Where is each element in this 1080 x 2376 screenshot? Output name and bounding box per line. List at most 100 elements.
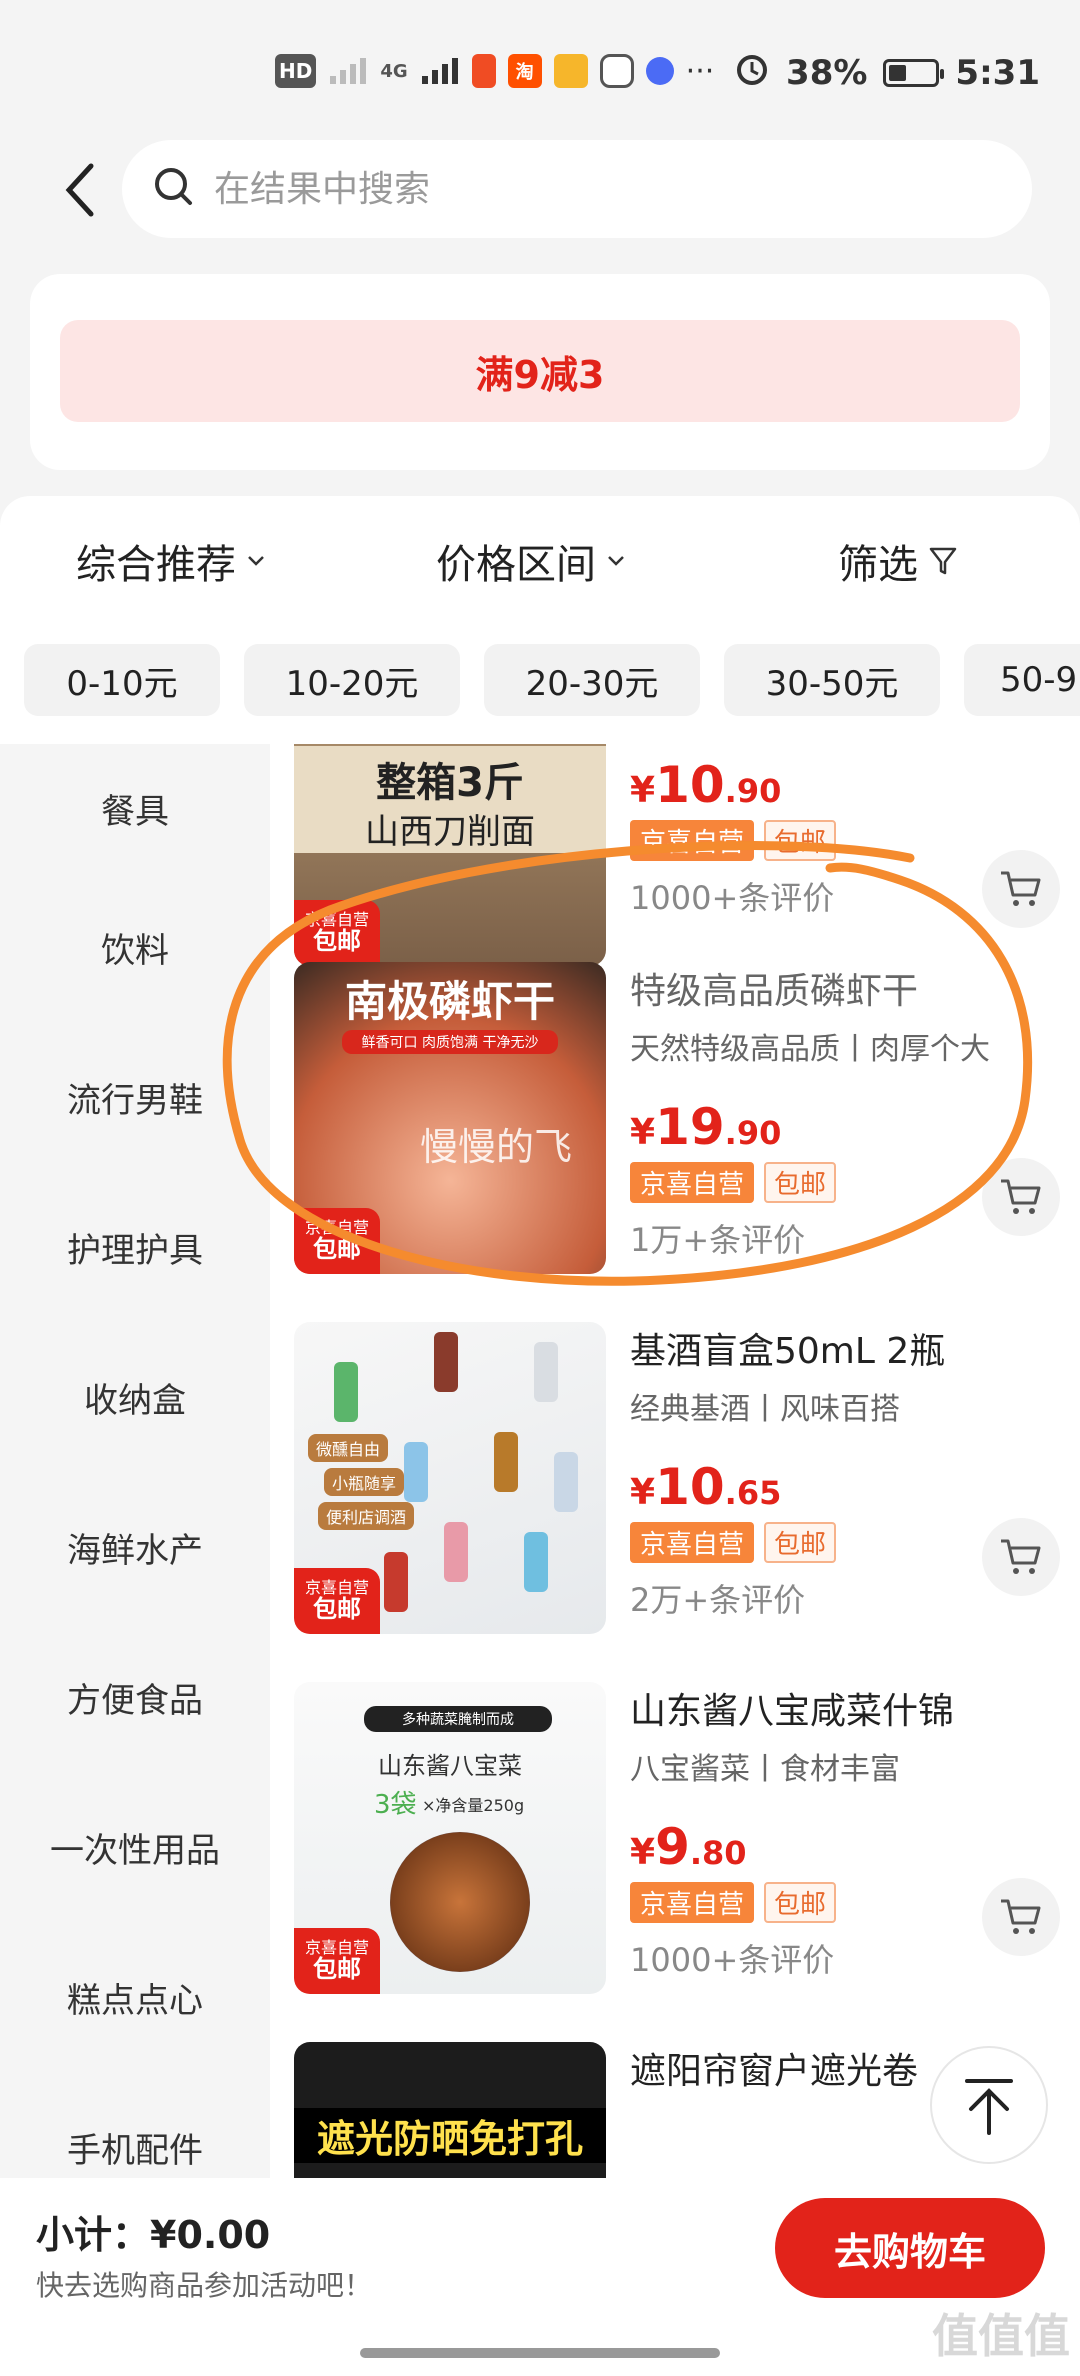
sidebar-item-tableware[interactable]: 餐具 [0, 744, 270, 872]
price-decimal: .80 [689, 1834, 747, 1872]
sidebar-item-instant-food[interactable]: 方便食品 [0, 1622, 270, 1772]
product-title: 基酒盲盒50mL 2瓶 [630, 1331, 946, 1372]
chevron-left-icon [65, 163, 94, 217]
app-icon-yellow [553, 54, 588, 88]
back-button[interactable] [50, 150, 110, 230]
tab-price-range[interactable]: 价格区间 [436, 532, 626, 590]
product-image: 整箱3斤 山西刀削面 京喜自营 包邮 [294, 744, 606, 966]
price-decimal: .65 [724, 1474, 782, 1512]
hand-icon [599, 54, 634, 88]
product-subtitle: 八宝酱菜丨食材丰富 [630, 1752, 900, 1787]
image-caption: 整箱3斤 [294, 746, 606, 808]
image-caption: 遮光防晒免打孔 [294, 2108, 606, 2163]
price-chip[interactable]: 20-30元 [484, 644, 700, 716]
sidebar-item-pastry[interactable]: 糕点点心 [0, 1922, 270, 2072]
badge-line: 包邮 [313, 926, 361, 955]
cart-icon [1001, 1899, 1041, 1934]
badge-line: 包邮 [313, 1594, 361, 1623]
tag-self-operated: 京喜自营 [630, 1522, 755, 1563]
price-currency: ¥ [630, 1832, 656, 1873]
product-subtitle: 天然特级高品质丨肉厚个大 [630, 1032, 990, 1067]
promo-discount-button[interactable]: 满9减3 [60, 320, 1020, 422]
sidebar-item-storage[interactable]: 收纳盒 [0, 1322, 270, 1472]
app-notification-icon [471, 54, 496, 88]
image-caption: 山东酱八宝菜 [378, 1752, 522, 1780]
price-chip[interactable]: 30-50元 [724, 644, 940, 716]
self-operated-badge: 京喜自营 包邮 [294, 900, 380, 966]
add-to-cart-button[interactable] [982, 1878, 1060, 1956]
product-title: 特级高品质磷虾干 [630, 971, 919, 1012]
product-list: 整箱3斤 山西刀削面 京喜自营 包邮 ¥10.90 京喜自营 包邮 1000+条评… [270, 744, 1080, 2178]
search-bar[interactable] [122, 140, 1032, 238]
image-caption: 便利店调酒 [318, 1502, 415, 1530]
tab-sort-recommended[interactable]: 综合推荐 [76, 532, 266, 590]
self-operated-badge: 京喜自营 包邮 [294, 1208, 380, 1274]
tag-free-shipping: 包邮 [764, 820, 837, 861]
badge-line: 包邮 [313, 1234, 361, 1263]
product-price: ¥9.80 [630, 1818, 1070, 1876]
cart-icon [1001, 1539, 1041, 1574]
add-to-cart-button[interactable] [982, 850, 1060, 928]
price-integer: 10 [655, 1458, 725, 1516]
sidebar-item-care[interactable]: 护理护具 [0, 1172, 270, 1322]
tab-filter[interactable]: 筛选 [838, 532, 958, 590]
home-indicator[interactable] [360, 2348, 720, 2358]
add-to-cart-button[interactable] [982, 1158, 1060, 1236]
price-currency: ¥ [630, 1112, 656, 1153]
subtotal: 小计：¥0.00 [36, 2204, 270, 2259]
no-signal-icon [328, 52, 368, 90]
tag-self-operated: 京喜自营 [630, 1162, 755, 1203]
promo-card: 满9减3 [30, 274, 1050, 470]
product-subtitle: 经典基酒丨风味百搭 [630, 1392, 900, 1427]
product-card[interactable]: 南极磷虾干 鲜香可口 肉质饱满 干净无沙 京喜自营 包邮 特级高品质磷虾干 天然特… [270, 962, 1080, 1322]
search-input[interactable] [214, 168, 914, 210]
network-type-label: 4G [380, 60, 408, 82]
sidebar-item-disposables[interactable]: 一次性用品 [0, 1772, 270, 1922]
chevron-down-icon [248, 556, 264, 566]
image-caption: 山西刀削面 [294, 804, 606, 853]
self-operated-badge: 京喜自营 包邮 [294, 1928, 380, 1994]
go-to-cart-button[interactable]: 去购物车 [775, 2198, 1045, 2298]
sort-tabs: 综合推荐 价格区间 筛选 [0, 532, 1080, 592]
image-caption: 鲜香可口 肉质饱满 干净无沙 [342, 1030, 558, 1054]
scroll-to-top-button[interactable] [930, 2046, 1048, 2164]
subtotal-label: 小计： [36, 2213, 151, 2257]
price-decimal: .90 [724, 772, 782, 810]
status-icons-right: 38% 5:31 [734, 50, 1040, 95]
add-to-cart-button[interactable] [982, 1518, 1060, 1596]
alarm-icon [734, 50, 770, 95]
image-caption: 3袋 [374, 1790, 417, 1820]
site-watermark: 值值值 [932, 2309, 1070, 2363]
image-caption: 南极磷虾干 [344, 977, 555, 1026]
tag-self-operated: 京喜自营 [630, 820, 755, 861]
search-icon [152, 165, 196, 213]
filter-panel: 综合推荐 价格区间 筛选 0-10元 10-20元 20-30元 30-50元 … [0, 496, 1080, 744]
tab-label: 综合推荐 [76, 542, 236, 588]
taobao-icon: 淘 [507, 54, 542, 88]
blue-dot-icon [645, 57, 674, 85]
price-chip[interactable]: 0-10元 [24, 644, 220, 716]
chevron-down-icon [608, 556, 624, 566]
price-range-chips: 0-10元 10-20元 20-30元 30-50元 50-9 [24, 644, 1080, 716]
sidebar-item-drinks[interactable]: 饮料 [0, 872, 270, 1022]
product-image: 多种蔬菜腌制而成 山东酱八宝菜 3袋 ×净含量250g 京喜自营 包邮 [294, 1682, 606, 1994]
badge-line: 包邮 [313, 1954, 361, 1983]
activity-hint: 快去选购商品参加活动吧！ [36, 2269, 373, 2302]
self-operated-badge: 京喜自营 包邮 [294, 1568, 380, 1634]
price-chip[interactable]: 10-20元 [244, 644, 460, 716]
user-watermark: 慢慢的飞 [420, 1125, 573, 1169]
price-integer: 10 [655, 756, 725, 814]
image-caption: 微醺自由 [308, 1434, 389, 1462]
product-card[interactable]: 微醺自由 小瓶随享 便利店调酒 京喜自营 包邮 基酒盲盒50mL 2瓶 经典基酒丨… [270, 1322, 1080, 1682]
image-caption: 小瓶随享 [324, 1468, 405, 1496]
sidebar-item-seafood[interactable]: 海鲜水产 [0, 1472, 270, 1622]
more-notifications-icon: ··· [685, 53, 715, 89]
image-caption: 多种蔬菜腌制而成 [364, 1706, 552, 1732]
price-chip[interactable]: 50-9 [964, 644, 1080, 716]
price-decimal: .90 [724, 1114, 782, 1152]
tag-free-shipping: 包邮 [764, 1162, 837, 1203]
image-caption: ×净含量250g [422, 1796, 525, 1815]
sidebar-item-mens-shoes[interactable]: 流行男鞋 [0, 1022, 270, 1172]
arrow-up-icon [965, 2079, 1013, 2135]
product-card[interactable]: 多种蔬菜腌制而成 山东酱八宝菜 3袋 ×净含量250g 京喜自营 包邮 山东酱八宝… [270, 1682, 1080, 2042]
